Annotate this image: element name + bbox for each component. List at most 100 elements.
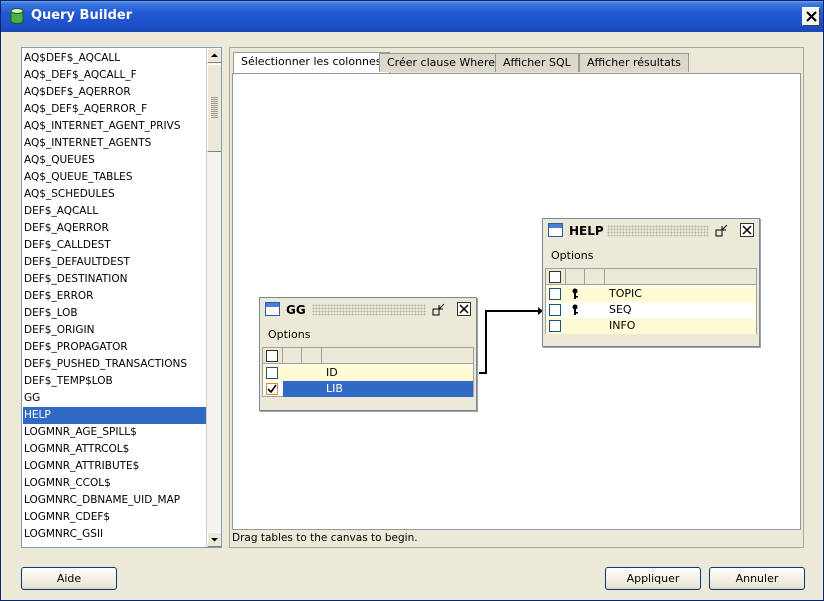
table-widget-gg[interactable]: GG Options ID LIB [259,297,477,411]
options-menu[interactable]: Options [551,249,593,262]
grid-header [263,348,473,364]
list-item[interactable]: AQ$_QUEUE_TABLES [23,169,207,186]
column-checkbox-checked[interactable] [266,383,278,395]
column-grid: TOPIC SEQ INFO [545,268,757,334]
arrow-down-icon [211,538,218,542]
table-header[interactable]: GG [262,300,474,320]
table-header[interactable]: HELP [545,221,757,241]
builder-panel: Sélectionner les colonnes Créer clause W… [229,47,804,548]
close-icon [806,11,817,22]
column-row-id[interactable]: ID [263,365,473,381]
column-name: SEQ [609,303,632,316]
apply-button-label: Appliquer [626,572,680,585]
list-item[interactable]: DEF$_ORIGIN [23,322,207,339]
list-item[interactable]: AQ$_DEF$_AQERROR_F [23,101,207,118]
list-item[interactable]: HELP [23,407,207,424]
list-item[interactable]: DEF$_LOB [23,305,207,322]
check-icon [267,384,277,394]
drag-grip[interactable] [312,304,426,316]
table-name: HELP [569,224,604,238]
help-button[interactable]: Aide [21,567,117,590]
column-name: TOPIC [609,287,642,300]
key-icon [572,288,578,299]
list-item[interactable]: DEF$_PROPAGATOR [23,339,207,356]
window-icon [548,223,563,237]
tab-show-results[interactable]: Afficher résultats [579,53,689,72]
list-item[interactable]: LOGMNRC_GSII [23,526,207,543]
list-item[interactable]: DEF$_DESTINATION [23,271,207,288]
select-all-checkbox[interactable] [549,271,561,283]
column-name: ID [326,366,338,379]
table-list[interactable]: AQ$DEF$_AQCALL AQ$_DEF$_AQCALL_F AQ$DEF$_A… [21,47,222,548]
minimize-icon[interactable] [715,223,729,237]
tab-select-columns[interactable]: Sélectionner les colonnes [233,52,390,73]
scroll-up-button[interactable] [207,48,221,63]
list-item[interactable]: GG [23,390,207,407]
close-icon [459,304,469,314]
list-item[interactable]: AQ$DEF$_AQCALL [23,50,207,67]
tab-show-sql[interactable]: Afficher SQL [495,53,579,72]
grip-icon [211,97,218,119]
list-item[interactable]: AQ$_INTERNET_AGENT_PRIVS [23,118,207,135]
column-row-lib[interactable]: LIB [283,381,473,397]
list-item[interactable]: DEF$_TEMP$LOB [23,373,207,390]
grid-header [546,269,756,285]
list-item[interactable]: DEF$_DEFAULTDEST [23,254,207,271]
list-item[interactable]: LOGMNR_AGE_SPILL$ [23,424,207,441]
list-item[interactable]: LOGMNR_CCOL$ [23,475,207,492]
column-checkbox[interactable] [549,320,561,332]
list-item[interactable]: DEF$_PUSHED_TRANSACTIONS [23,356,207,373]
window-title: Query Builder [31,8,133,23]
cancel-button-label: Annuler [735,572,779,585]
options-label: Options [268,328,311,341]
minimize-icon[interactable] [432,302,446,316]
query-canvas[interactable]: GG Options ID LIB HELP Options TOPIC SEQ… [232,73,801,530]
table-close-button[interactable] [457,302,471,316]
column-checkbox[interactable] [266,367,278,379]
close-icon [742,225,752,235]
tab-where-clause[interactable]: Créer clause Where [379,53,503,72]
window-icon [265,302,280,316]
list-item[interactable]: LOGMNRC_DBNAME_UID_MAP [23,492,207,509]
column-row-seq[interactable]: SEQ [546,302,756,318]
drag-grip[interactable] [607,225,709,237]
close-button[interactable] [802,7,820,26]
app-icon [10,8,24,24]
help-button-label: Aide [56,572,82,585]
list-item[interactable]: DEF$_ERROR [23,288,207,305]
column-name: INFO [609,319,636,332]
list-item[interactable]: LOGMNR_ATTRCOL$ [23,441,207,458]
list-item[interactable]: DEF$_CALLDEST [23,237,207,254]
key-icon [572,304,578,315]
scroll-thumb[interactable] [207,64,221,152]
select-all-checkbox[interactable] [266,350,278,362]
list-item[interactable]: LOGMNR_CDEF$ [23,509,207,526]
table-name: GG [286,303,306,317]
vertical-scrollbar[interactable] [206,48,221,547]
table-widget-help[interactable]: HELP Options TOPIC SEQ INFO [542,218,760,347]
column-row-topic[interactable]: TOPIC [546,286,756,302]
column-checkbox[interactable] [549,288,561,300]
list-item[interactable]: LOGMNR_ATTRIBUTE$ [23,458,207,475]
list-item[interactable]: AQ$DEF$_AQERROR [23,84,207,101]
scroll-down-button[interactable] [207,532,221,547]
list-item[interactable]: DEF$_AQERROR [23,220,207,237]
arrow-up-icon [211,53,218,57]
query-builder-window: Query Builder AQ$DEF$_AQCALL AQ$_DEF$_AQC… [0,0,824,601]
options-menu[interactable]: Options [268,328,310,341]
status-message: Drag tables to the canvas to begin. [232,532,418,544]
cancel-button[interactable]: Annuler [709,567,805,590]
title-bar[interactable]: Query Builder [1,1,823,32]
column-row-info[interactable]: INFO [546,318,756,334]
list-item[interactable]: DEF$_AQCALL [23,203,207,220]
apply-button[interactable]: Appliquer [605,567,701,590]
list-item[interactable]: AQ$_DEF$_AQCALL_F [23,67,207,84]
list-item[interactable]: AQ$_QUEUES [23,152,207,169]
options-label: Options [551,249,594,262]
column-grid: ID LIB [262,347,474,397]
list-item[interactable]: AQ$_INTERNET_AGENTS [23,135,207,152]
column-name: LIB [326,382,343,395]
table-close-button[interactable] [740,223,754,237]
list-item[interactable]: AQ$_SCHEDULES [23,186,207,203]
column-checkbox[interactable] [549,304,561,316]
